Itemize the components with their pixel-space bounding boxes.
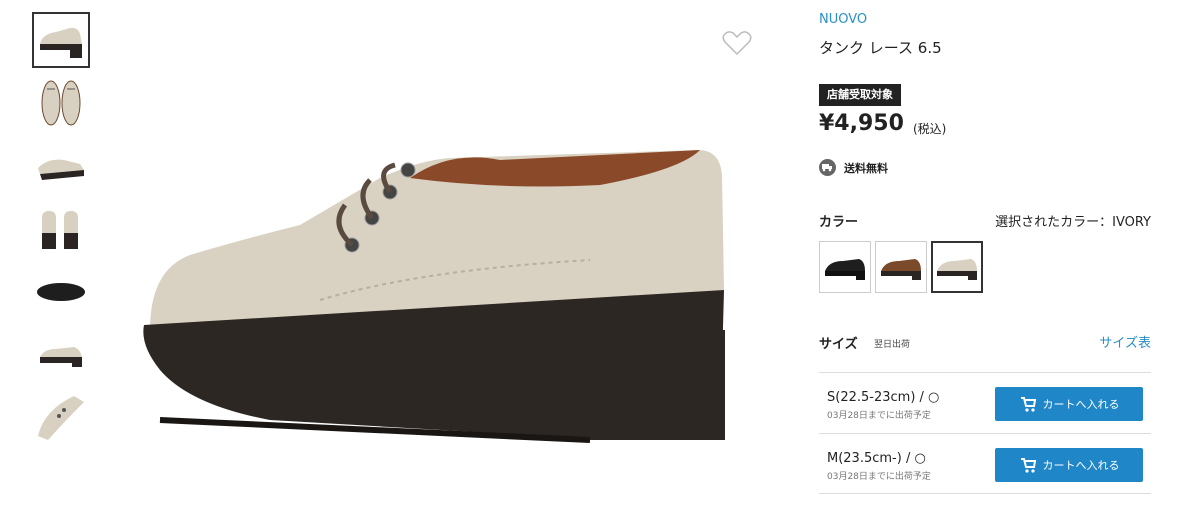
- thumbnail-angle-view[interactable]: [32, 138, 90, 194]
- shoe-brown-image: [881, 259, 921, 280]
- add-to-cart-label: カートへ入れる: [1042, 460, 1120, 472]
- shoe-top-image: [41, 80, 81, 126]
- shoe-black-image: [825, 259, 865, 280]
- shoe-detail-image: [38, 396, 84, 440]
- store-pickup-badge: 店舗受取対象: [819, 84, 901, 106]
- favorite-heart-button[interactable]: [722, 30, 752, 56]
- cart-icon: [1020, 458, 1036, 473]
- main-product-image: [120, 0, 760, 503]
- thumbnail-top-view[interactable]: [32, 75, 90, 131]
- shoe-side-image: [40, 27, 82, 58]
- thumbnail-sole-view[interactable]: [32, 264, 90, 320]
- size-label: S(22.5-23cm) / ○: [827, 390, 940, 405]
- selected-color-text: 選択されたカラー：IVORY: [995, 215, 1151, 230]
- thumbnail-list: [32, 12, 94, 453]
- heart-icon: [722, 31, 752, 56]
- thumbnail-detail-view[interactable]: [32, 390, 90, 446]
- color-swatch-brown[interactable]: [875, 241, 927, 293]
- thumbnail-side-view[interactable]: [32, 12, 90, 68]
- size-label: M(23.5cm-) / ○: [827, 451, 926, 466]
- tax-note: (税込): [913, 122, 947, 136]
- add-to-cart-label: カートへ入れる: [1042, 399, 1120, 411]
- size-shipping-note: 翌日出荷: [874, 340, 911, 350]
- cart-icon: [1020, 397, 1036, 412]
- shoe-sole-image: [37, 283, 85, 301]
- size-title: サイズ: [819, 337, 858, 352]
- color-title: カラー: [819, 215, 859, 230]
- color-swatches: [819, 241, 983, 293]
- shoe-angle-image: [38, 159, 84, 180]
- size-eta: 03月28日までに出荷予定: [827, 411, 931, 421]
- size-chart-link[interactable]: サイズ表: [1099, 332, 1151, 351]
- size-eta: 03月28日までに出荷予定: [827, 472, 931, 482]
- shoe-main-image: [143, 150, 725, 443]
- product-price: ¥4,950: [819, 111, 904, 136]
- shoe-side-image-2: [40, 347, 82, 367]
- thumbnail-back-view[interactable]: [32, 201, 90, 257]
- add-to-cart-button[interactable]: カートへ入れる: [995, 387, 1143, 421]
- color-swatch-black[interactable]: [819, 241, 871, 293]
- brand-link[interactable]: NUOVO: [819, 12, 867, 27]
- color-swatch-ivory[interactable]: [931, 241, 983, 293]
- shipping-text: 送料無料: [844, 161, 888, 175]
- thumbnail-side-view-2[interactable]: [32, 327, 90, 383]
- product-name: タンク レース 6.5: [819, 39, 942, 57]
- free-shipping-label: 送料無料: [819, 159, 888, 176]
- size-row: M(23.5cm-) / ○ 03月28日までに出荷予定 カートへ入れる: [819, 433, 1151, 494]
- size-row: S(22.5-23cm) / ○ 03月28日までに出荷予定 カートへ入れる: [819, 372, 1151, 433]
- truck-icon: [819, 159, 836, 176]
- shoe-ivory-image: [937, 259, 977, 280]
- add-to-cart-button[interactable]: カートへ入れる: [995, 448, 1143, 482]
- shoe-back-image: [42, 211, 78, 249]
